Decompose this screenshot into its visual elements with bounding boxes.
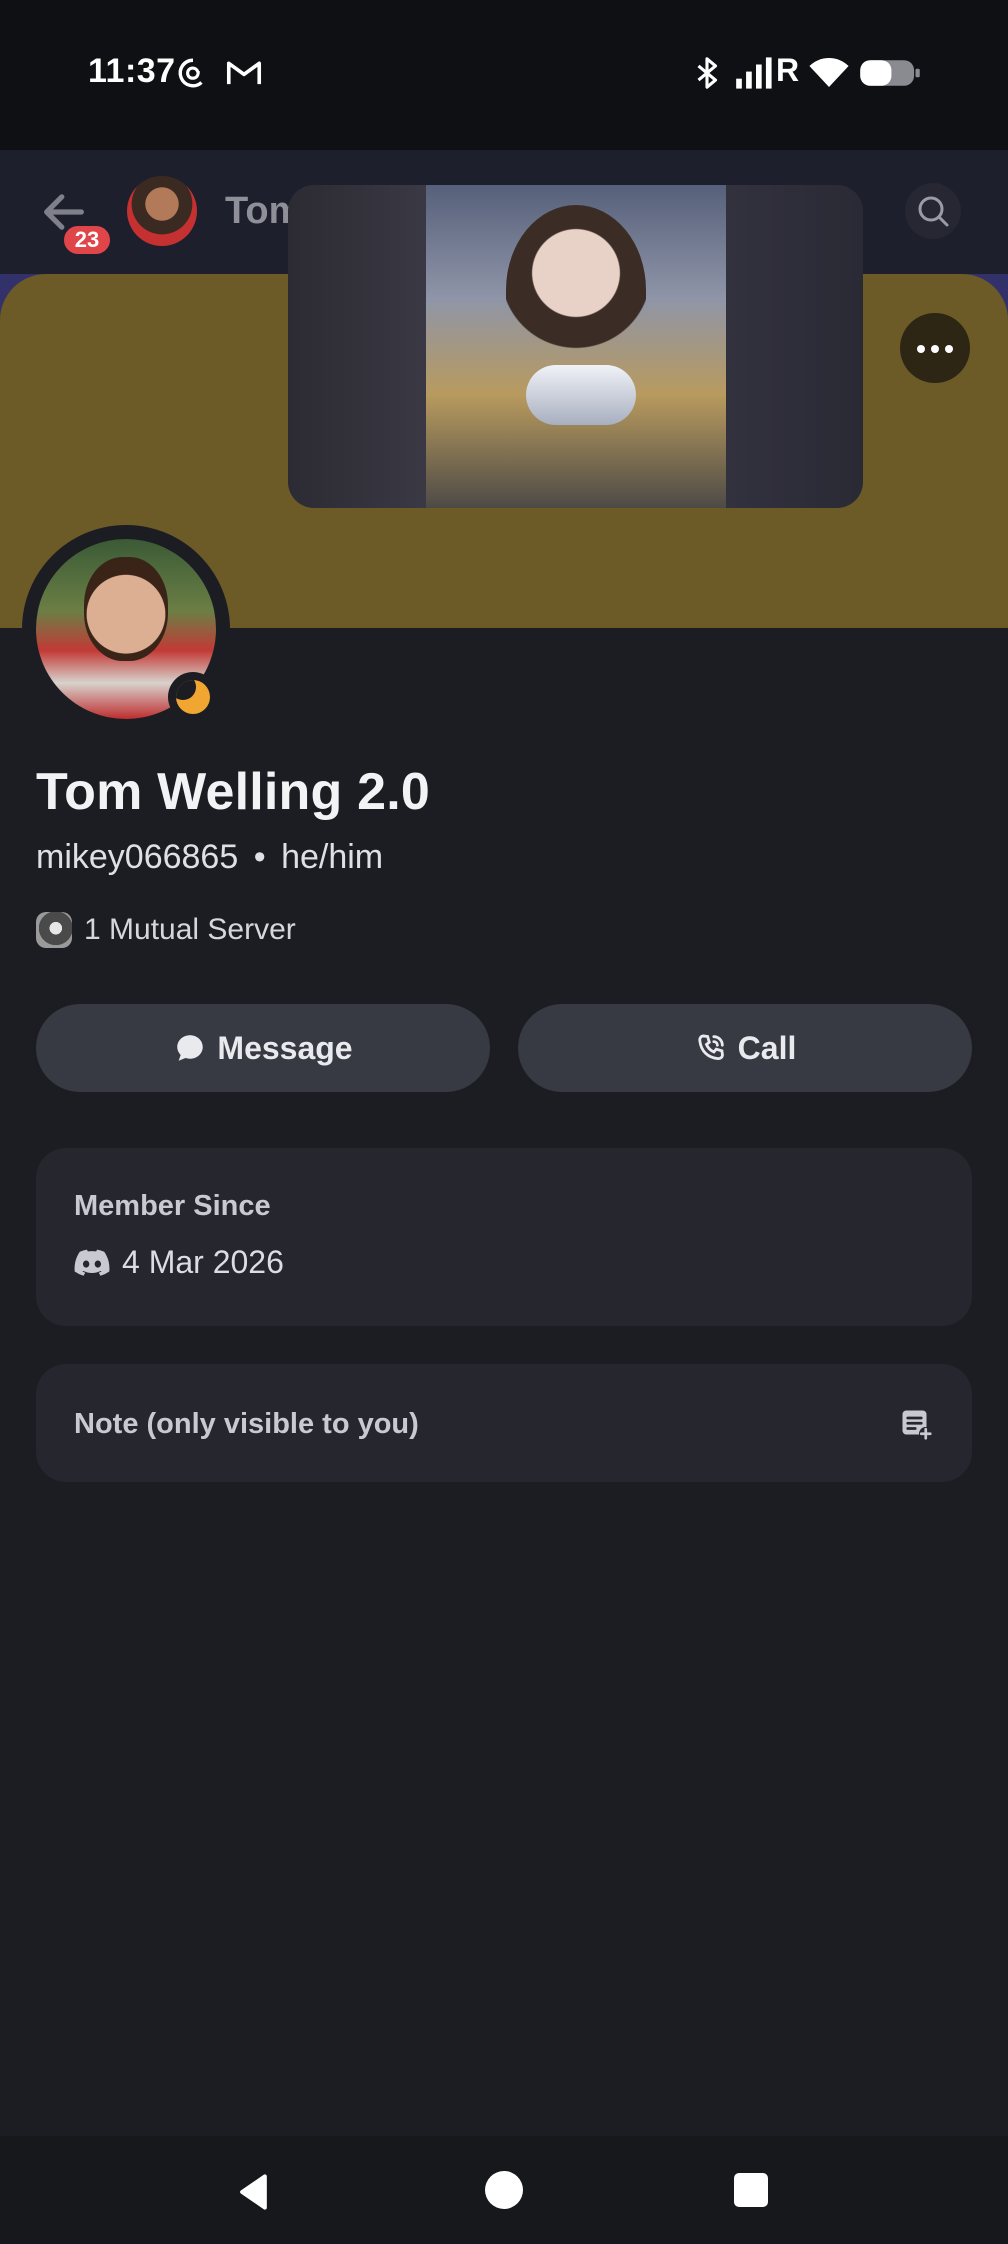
more-horizontal-icon	[917, 345, 953, 353]
pronouns: he/him	[281, 838, 384, 876]
threads-icon	[178, 58, 203, 88]
member-since-card: Member Since 4 Mar 2026	[36, 1148, 972, 1326]
member-since-label: Member Since	[74, 1190, 271, 1222]
video-microphone	[526, 365, 636, 425]
message-button[interactable]: Message	[36, 1004, 490, 1092]
call-button[interactable]: Call	[518, 1004, 972, 1092]
username: mikey066865	[36, 838, 239, 876]
nav-recents-icon[interactable]	[734, 2173, 768, 2207]
gmail-icon	[226, 61, 262, 85]
note-card[interactable]: Note (only visible to you)	[36, 1364, 972, 1482]
unread-badge: 23	[60, 222, 114, 258]
discord-logo-icon	[74, 1249, 110, 1276]
idle-moon-icon	[176, 680, 210, 714]
pip-video-overlay[interactable]	[288, 185, 863, 508]
message-label: Message	[217, 1029, 353, 1066]
chat-bubble-icon	[177, 1035, 204, 1061]
cellular-signal-icon	[736, 57, 772, 89]
display-name: Tom Welling 2.0	[36, 763, 431, 821]
battery-icon	[860, 60, 920, 86]
username-line: mikey066865 • he/him	[36, 838, 383, 877]
pip-video-frame	[426, 185, 726, 508]
status-bar: 11:37 R	[0, 0, 1008, 150]
wifi-icon	[809, 57, 849, 87]
more-options-button[interactable]	[900, 313, 970, 383]
mutual-servers[interactable]: 1 Mutual Server	[36, 910, 296, 950]
member-since-date: 4 Mar 2026	[122, 1244, 284, 1280]
phone-icon	[698, 1034, 724, 1061]
note-label: Note (only visible to you)	[74, 1408, 419, 1440]
roaming-r-icon: R	[776, 52, 800, 88]
nav-home-icon[interactable]	[485, 2171, 523, 2209]
bluetooth-icon	[697, 57, 718, 89]
status-time: 11:37	[88, 52, 176, 90]
search-icon	[918, 196, 949, 227]
add-note-icon[interactable]	[898, 1406, 934, 1442]
search-button[interactable]	[905, 183, 961, 239]
avatar-face	[84, 557, 168, 661]
server-icon	[36, 912, 72, 948]
header-avatar	[127, 176, 197, 246]
call-label: Call	[737, 1029, 797, 1066]
separator-dot: •	[253, 838, 266, 876]
video-person	[506, 205, 646, 375]
nav-back-icon[interactable]	[232, 2170, 276, 2214]
member-since-row: 4 Mar 2026	[74, 1244, 284, 1281]
mutual-servers-label: 1 Mutual Server	[84, 913, 296, 946]
